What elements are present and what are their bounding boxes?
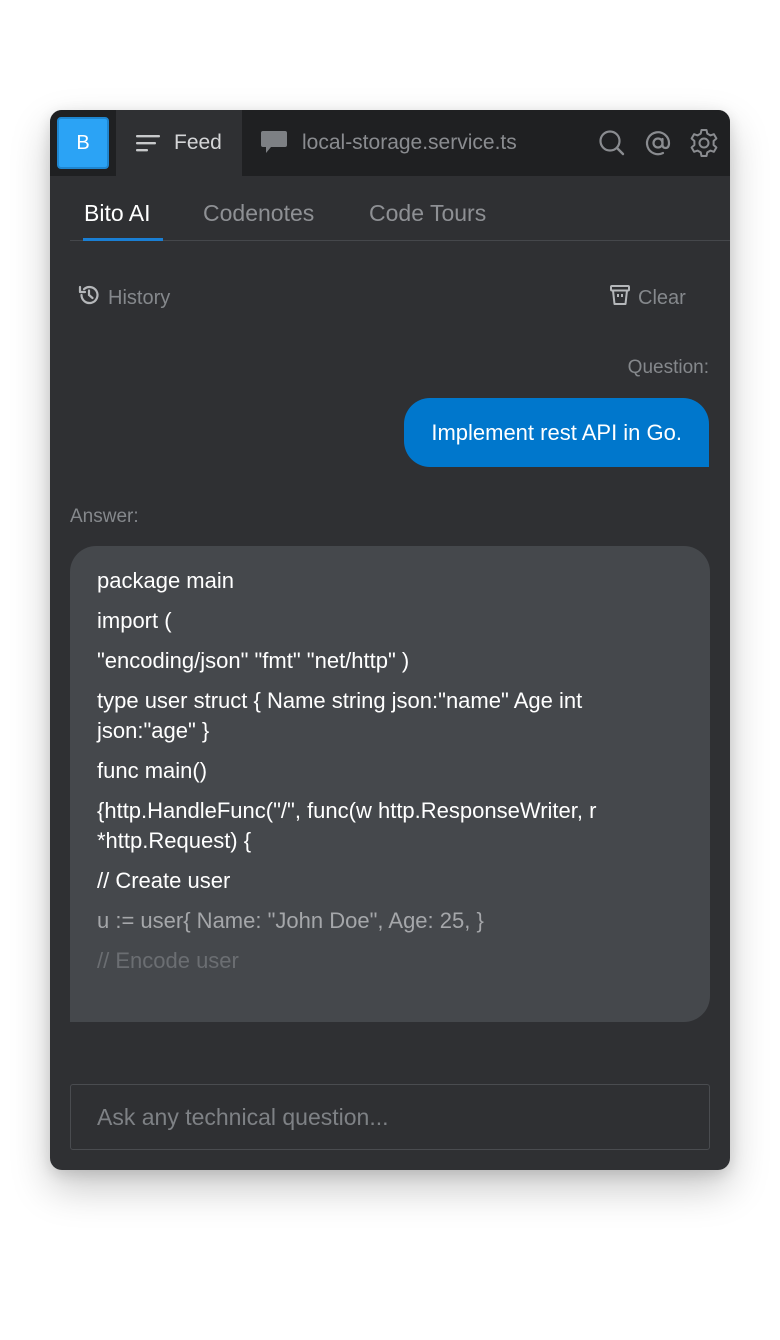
header-actions (596, 110, 730, 176)
chat-bubble-icon (260, 130, 288, 156)
search-icon[interactable] (596, 127, 628, 159)
active-tab-indicator (83, 238, 163, 241)
trash-icon (610, 284, 630, 312)
bito-panel: B Feed local-storage.service.ts Bito AI … (50, 110, 730, 1170)
history-button[interactable]: History (78, 284, 170, 312)
answer-line: package main (97, 568, 234, 593)
answer-line: func main() (97, 758, 208, 783)
history-icon (78, 284, 100, 312)
history-label: History (108, 286, 171, 309)
answer-bubble: package main import ( "encoding/json" "f… (70, 546, 710, 1022)
bito-logo[interactable]: B (57, 117, 109, 169)
subtab-codenotes[interactable]: Codenotes (203, 200, 314, 227)
subtab-code-tours[interactable]: Code Tours (369, 200, 486, 227)
tab-file-local-storage[interactable]: local-storage.service.ts (242, 110, 535, 176)
ask-question-input[interactable] (70, 1084, 710, 1150)
answer-line: // Create user (97, 868, 231, 893)
clear-button[interactable]: Clear (610, 284, 686, 312)
answer-line: {http.HandleFunc("/", func(w http.Respon… (97, 798, 597, 853)
top-header: B Feed local-storage.service.ts (50, 110, 730, 176)
question-label: Question: (627, 357, 709, 378)
menu-lines-icon (136, 134, 160, 152)
answer-line: // Encode user (97, 948, 239, 973)
sub-tabs: Bito AI Codenotes Code Tours (70, 176, 730, 241)
question-bubble: Implement rest API in Go. (404, 398, 709, 467)
gear-icon[interactable] (688, 127, 720, 159)
answer-label: Answer: (70, 506, 139, 527)
tab-feed[interactable]: Feed (116, 110, 242, 176)
answer-line: u := user{ Name: "John Doe", Age: 25, } (97, 908, 484, 933)
tab-file-label: local-storage.service.ts (302, 131, 517, 154)
mention-icon[interactable] (642, 127, 674, 159)
logo-container: B (50, 110, 116, 176)
subtab-bito-ai[interactable]: Bito AI (84, 200, 150, 227)
answer-line: "encoding/json" "fmt" "net/http" ) (97, 648, 410, 673)
answer-line: import ( (97, 608, 172, 633)
tab-feed-label: Feed (174, 131, 222, 154)
clear-label: Clear (638, 286, 686, 309)
answer-line: type user struct { Name string json:"nam… (97, 688, 583, 743)
